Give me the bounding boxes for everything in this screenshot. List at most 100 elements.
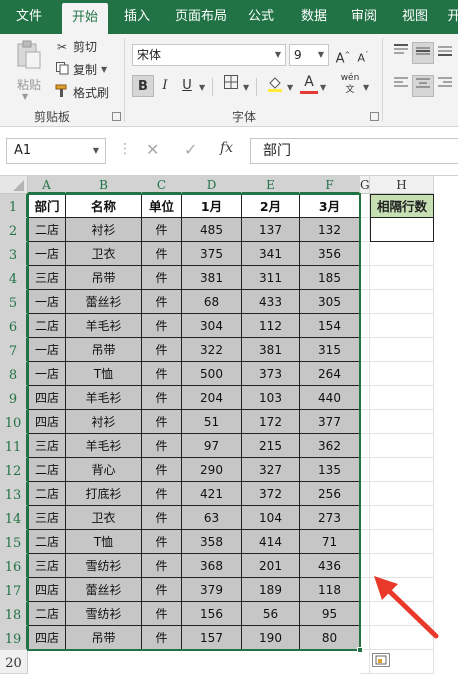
tab-file[interactable]: 文件 — [6, 0, 52, 34]
row-header-6[interactable]: 6 — [0, 314, 28, 338]
table-cell[interactable]: 362 — [300, 434, 360, 458]
table-cell[interactable]: 羊毛衫 — [66, 434, 142, 458]
align-center-icon[interactable] — [412, 75, 434, 97]
table-cell[interactable]: 件 — [142, 290, 182, 314]
column-header-g[interactable]: G — [360, 176, 370, 194]
table-cell[interactable]: 436 — [300, 554, 360, 578]
table-cell[interactable]: 二店 — [28, 458, 66, 482]
table-cell[interactable]: 290 — [182, 458, 242, 482]
table-cell[interactable]: 件 — [142, 338, 182, 362]
table-cell[interactable]: 吊带 — [66, 626, 142, 650]
cancel-icon[interactable]: ✕ — [146, 140, 159, 159]
table-cell[interactable]: 377 — [300, 410, 360, 434]
table-cell[interactable]: 373 — [242, 362, 300, 386]
column-header-a[interactable]: A — [28, 176, 66, 194]
side-header-cell[interactable]: 相隔行数 — [370, 194, 434, 218]
table-cell[interactable]: 327 — [242, 458, 300, 482]
table-cell[interactable]: 件 — [142, 362, 182, 386]
table-cell[interactable]: 97 — [182, 434, 242, 458]
copy-button[interactable]: 复制 ▼ — [54, 61, 107, 78]
table-cell[interactable]: 件 — [142, 242, 182, 266]
header-cell[interactable]: 部门 — [28, 194, 66, 218]
table-cell[interactable]: 381 — [242, 338, 300, 362]
table-cell[interactable]: 三店 — [28, 506, 66, 530]
cut-button[interactable]: ✂ 剪切 — [54, 38, 97, 55]
table-cell[interactable]: 356 — [300, 242, 360, 266]
table-cell[interactable]: 172 — [242, 410, 300, 434]
font-color-dropdown-icon[interactable]: ▼ — [320, 83, 326, 92]
table-cell[interactable]: 68 — [182, 290, 242, 314]
table-cell[interactable]: 蕾丝衫 — [66, 578, 142, 602]
row-header-3[interactable]: 3 — [0, 242, 28, 266]
table-cell[interactable]: 372 — [242, 482, 300, 506]
header-cell[interactable]: 3月 — [300, 194, 360, 218]
column-header-b[interactable]: B — [66, 176, 142, 194]
table-cell[interactable]: 四店 — [28, 386, 66, 410]
header-cell[interactable]: 1月 — [182, 194, 242, 218]
enter-icon[interactable]: ✓ — [184, 140, 197, 159]
border-icon[interactable] — [220, 75, 242, 97]
table-cell[interactable]: 一店 — [28, 290, 66, 314]
table-cell[interactable]: 137 — [242, 218, 300, 242]
table-cell[interactable]: 件 — [142, 626, 182, 650]
header-cell[interactable]: 单位 — [142, 194, 182, 218]
table-cell[interactable]: 件 — [142, 410, 182, 434]
table-cell[interactable]: 421 — [182, 482, 242, 506]
increase-font-icon[interactable]: A^ — [332, 44, 354, 66]
italic-button[interactable]: I — [154, 75, 176, 97]
table-cell[interactable]: 185 — [300, 266, 360, 290]
row-header-11[interactable]: 11 — [0, 434, 28, 458]
table-cell[interactable]: 51 — [182, 410, 242, 434]
column-header-e[interactable]: E — [242, 176, 300, 194]
table-cell[interactable]: 80 — [300, 626, 360, 650]
table-cell[interactable]: 204 — [182, 386, 242, 410]
row-header-7[interactable]: 7 — [0, 338, 28, 362]
row-header-10[interactable]: 10 — [0, 410, 28, 434]
align-middle-icon[interactable] — [412, 42, 434, 64]
row-header-19[interactable]: 19 — [0, 626, 28, 650]
table-cell[interactable]: 103 — [242, 386, 300, 410]
table-cell[interactable]: 201 — [242, 554, 300, 578]
table-cell[interactable]: 95 — [300, 602, 360, 626]
table-cell[interactable]: 件 — [142, 314, 182, 338]
table-cell[interactable]: 四店 — [28, 626, 66, 650]
table-cell[interactable]: 三店 — [28, 266, 66, 290]
name-box[interactable]: A1 ▼ — [6, 138, 106, 164]
table-cell[interactable]: 蕾丝衫 — [66, 290, 142, 314]
table-cell[interactable]: 256 — [300, 482, 360, 506]
side-value-cell[interactable] — [370, 218, 434, 242]
table-cell[interactable]: 157 — [182, 626, 242, 650]
tab-formulas[interactable]: 公式 — [240, 0, 282, 34]
table-cell[interactable]: 304 — [182, 314, 242, 338]
table-cell[interactable]: 189 — [242, 578, 300, 602]
table-cell[interactable]: 吊带 — [66, 338, 142, 362]
table-cell[interactable]: 雪纺衫 — [66, 602, 142, 626]
table-cell[interactable]: 卫衣 — [66, 242, 142, 266]
table-cell[interactable]: 156 — [182, 602, 242, 626]
table-cell[interactable]: 件 — [142, 554, 182, 578]
align-right-icon[interactable] — [434, 75, 456, 97]
table-cell[interactable]: 背心 — [66, 458, 142, 482]
phonetic-dropdown-icon[interactable]: ▼ — [363, 83, 369, 92]
table-cell[interactable]: 379 — [182, 578, 242, 602]
format-painter-button[interactable]: 格式刷 — [54, 84, 109, 101]
tab-more[interactable]: 开 — [444, 0, 458, 34]
table-cell[interactable]: 件 — [142, 578, 182, 602]
table-cell[interactable]: 381 — [182, 266, 242, 290]
row-header-16[interactable]: 16 — [0, 554, 28, 578]
table-cell[interactable]: T恤 — [66, 362, 142, 386]
tab-page-layout[interactable]: 页面布局 — [168, 0, 234, 34]
table-cell[interactable]: 135 — [300, 458, 360, 482]
table-cell[interactable]: 56 — [242, 602, 300, 626]
select-all-corner[interactable] — [0, 176, 28, 194]
row-header-12[interactable]: 12 — [0, 458, 28, 482]
tab-home[interactable]: 开始 — [62, 3, 108, 34]
decrease-font-icon[interactable]: Aˇ — [352, 44, 374, 66]
row-header-13[interactable]: 13 — [0, 482, 28, 506]
formula-input[interactable]: 部门 — [250, 138, 458, 164]
table-cell[interactable]: T恤 — [66, 530, 142, 554]
table-cell[interactable]: 件 — [142, 506, 182, 530]
table-cell[interactable]: 368 — [182, 554, 242, 578]
table-cell[interactable]: 215 — [242, 434, 300, 458]
table-cell[interactable]: 322 — [182, 338, 242, 362]
